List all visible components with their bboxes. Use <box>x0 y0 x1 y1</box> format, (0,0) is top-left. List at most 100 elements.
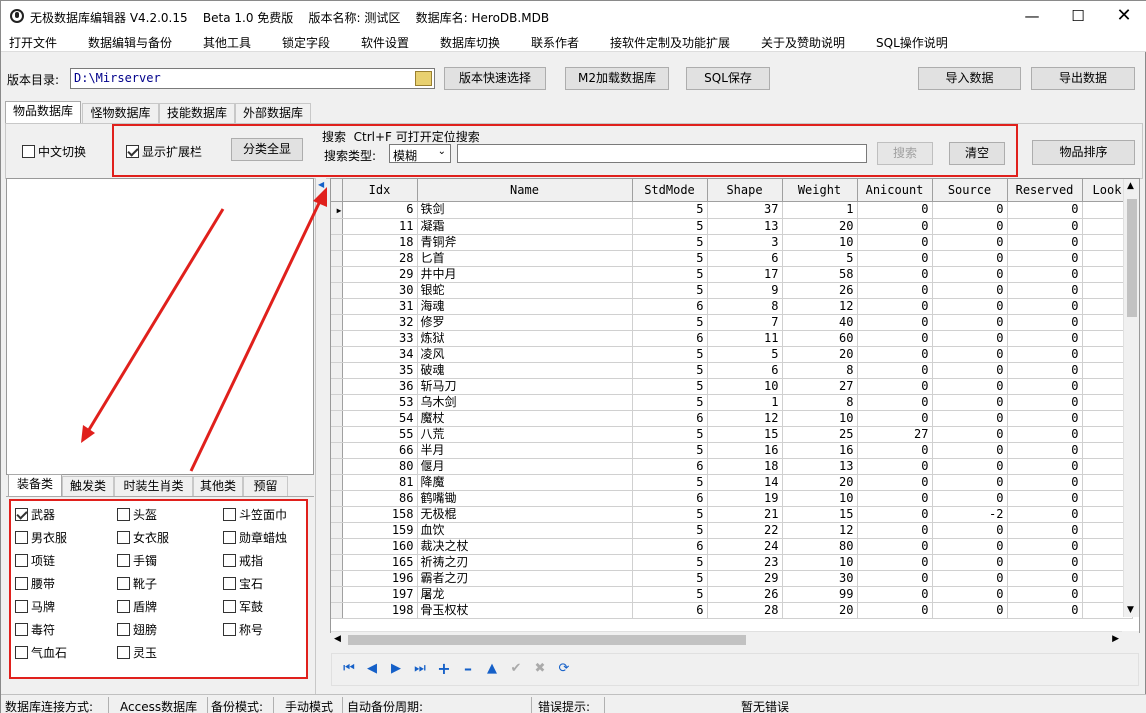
table-cell[interactable]: 32 <box>342 314 418 331</box>
table-cell[interactable]: 16 <box>782 442 858 459</box>
table-cell[interactable]: 青铜斧 <box>417 234 633 251</box>
table-cell[interactable]: 0 <box>1007 346 1083 363</box>
table-cell[interactable]: 55 <box>342 426 418 443</box>
category-checkbox[interactable]: 女衣服 <box>117 529 169 546</box>
table-cell[interactable]: 0 <box>857 362 933 379</box>
table-cell[interactable]: 铁剑 <box>417 201 633 219</box>
table-cell[interactable]: 22 <box>707 522 783 539</box>
table-row[interactable]: 28 匕首 5 6 5 0 0 0 <box>331 250 1133 267</box>
row-indicator[interactable] <box>331 586 343 603</box>
table-cell[interactable]: 58 <box>782 266 858 283</box>
table-cell[interactable]: 0 <box>857 554 933 571</box>
table-cell[interactable]: 0 <box>1007 298 1083 315</box>
table-row[interactable]: 33 炼狱 6 11 60 0 0 0 <box>331 330 1133 347</box>
row-indicator[interactable] <box>331 554 343 571</box>
category-checkbox[interactable]: 勋章蜡烛 <box>223 529 287 546</box>
table-cell[interactable]: 0 <box>932 570 1008 587</box>
column-header[interactable]: Reserved <box>1007 179 1083 202</box>
table-cell[interactable]: 0 <box>1007 426 1083 443</box>
table-cell[interactable]: 匕首 <box>417 250 633 267</box>
table-cell[interactable]: 11 <box>707 330 783 347</box>
table-row[interactable]: 18 青铜斧 5 3 10 0 0 0 <box>331 234 1133 251</box>
table-cell[interactable]: 井中月 <box>417 266 633 283</box>
table-row[interactable]: 34 凌风 5 5 20 0 0 0 <box>331 346 1133 363</box>
table-cell[interactable]: 0 <box>1007 266 1083 283</box>
post-record-icon[interactable]: ✔ <box>507 661 525 677</box>
table-cell[interactable]: 霸者之刃 <box>417 570 633 587</box>
table-cell[interactable]: 0 <box>932 538 1008 555</box>
table-cell[interactable]: 23 <box>707 554 783 571</box>
cancel-record-icon[interactable]: ✖ <box>531 661 549 677</box>
table-cell[interactable]: 14 <box>707 474 783 491</box>
table-cell[interactable]: 0 <box>857 442 933 459</box>
column-header[interactable]: Name <box>417 179 633 202</box>
row-indicator[interactable] <box>331 602 343 619</box>
category-checkbox[interactable]: 靴子 <box>117 575 157 592</box>
row-indicator[interactable] <box>331 330 343 347</box>
table-cell[interactable]: 0 <box>932 586 1008 603</box>
row-indicator[interactable] <box>331 346 343 363</box>
table-cell[interactable]: 乌木剑 <box>417 394 633 411</box>
table-cell[interactable]: 159 <box>342 522 418 539</box>
table-cell[interactable]: 10 <box>782 490 858 507</box>
row-indicator[interactable] <box>331 410 343 427</box>
table-cell[interactable]: 198 <box>342 602 418 619</box>
table-cell[interactable]: 0 <box>1007 458 1083 475</box>
table-cell[interactable]: 5 <box>782 250 858 267</box>
table-cell[interactable]: 0 <box>932 554 1008 571</box>
table-cell[interactable]: 197 <box>342 586 418 603</box>
table-cell[interactable]: 10 <box>707 378 783 395</box>
table-cell[interactable]: 27 <box>857 426 933 443</box>
table-row[interactable]: 66 半月 5 16 16 0 0 0 <box>331 442 1133 459</box>
table-cell[interactable]: 0 <box>932 378 1008 395</box>
table-cell[interactable]: 斩马刀 <box>417 378 633 395</box>
table-cell[interactable]: 27 <box>782 378 858 395</box>
table-cell[interactable]: 骨玉权杖 <box>417 602 633 619</box>
table-cell[interactable]: 鹤嘴锄 <box>417 490 633 507</box>
table-cell[interactable]: 0 <box>1007 474 1083 491</box>
category-checkbox[interactable]: 盾牌 <box>117 598 157 615</box>
row-indicator[interactable] <box>331 442 343 459</box>
table-cell[interactable]: 0 <box>857 201 933 219</box>
table-cell[interactable]: 0 <box>1007 234 1083 251</box>
table-cell[interactable]: 29 <box>707 570 783 587</box>
table-cell[interactable]: 8 <box>782 394 858 411</box>
table-cell[interactable]: 0 <box>932 442 1008 459</box>
table-cell[interactable]: 60 <box>782 330 858 347</box>
table-cell[interactable]: 0 <box>932 522 1008 539</box>
table-cell[interactable]: 20 <box>782 346 858 363</box>
table-cell[interactable]: 24 <box>707 538 783 555</box>
table-cell[interactable]: 血饮 <box>417 522 633 539</box>
table-cell[interactable]: 16 <box>707 442 783 459</box>
table-cell[interactable]: 0 <box>857 218 933 235</box>
table-cell[interactable]: 5 <box>632 554 708 571</box>
table-cell[interactable]: 5 <box>632 586 708 603</box>
table-cell[interactable]: 8 <box>782 362 858 379</box>
table-cell[interactable]: 无极棍 <box>417 506 633 523</box>
table-cell[interactable]: 0 <box>932 330 1008 347</box>
table-cell[interactable]: 半月 <box>417 442 633 459</box>
category-checkbox[interactable]: 灵玉 <box>117 644 157 661</box>
category-checkbox[interactable]: 武器 <box>15 506 55 523</box>
table-cell[interactable]: 86 <box>342 490 418 507</box>
table-cell[interactable]: 26 <box>707 586 783 603</box>
table-cell[interactable]: 28 <box>707 602 783 619</box>
scroll-down-icon[interactable]: ▼ <box>1127 605 1134 615</box>
table-cell[interactable]: 10 <box>782 554 858 571</box>
row-indicator[interactable] <box>331 314 343 331</box>
row-indicator[interactable] <box>331 490 343 507</box>
row-indicator[interactable] <box>331 506 343 523</box>
table-cell[interactable]: 20 <box>782 474 858 491</box>
row-indicator[interactable] <box>331 378 343 395</box>
table-cell[interactable]: 15 <box>782 506 858 523</box>
row-indicator[interactable] <box>331 250 343 267</box>
table-cell[interactable]: 1 <box>707 394 783 411</box>
table-cell[interactable]: 0 <box>857 474 933 491</box>
category-checkbox[interactable]: 项链 <box>15 552 55 569</box>
table-cell[interactable]: 5 <box>632 394 708 411</box>
table-cell[interactable]: 0 <box>857 570 933 587</box>
table-row[interactable]: 29 井中月 5 17 58 0 0 0 <box>331 266 1133 283</box>
table-cell[interactable]: 20 <box>782 602 858 619</box>
row-indicator[interactable] <box>331 426 343 443</box>
table-row[interactable]: 158 无极棍 5 21 15 0 -2 0 <box>331 506 1133 523</box>
